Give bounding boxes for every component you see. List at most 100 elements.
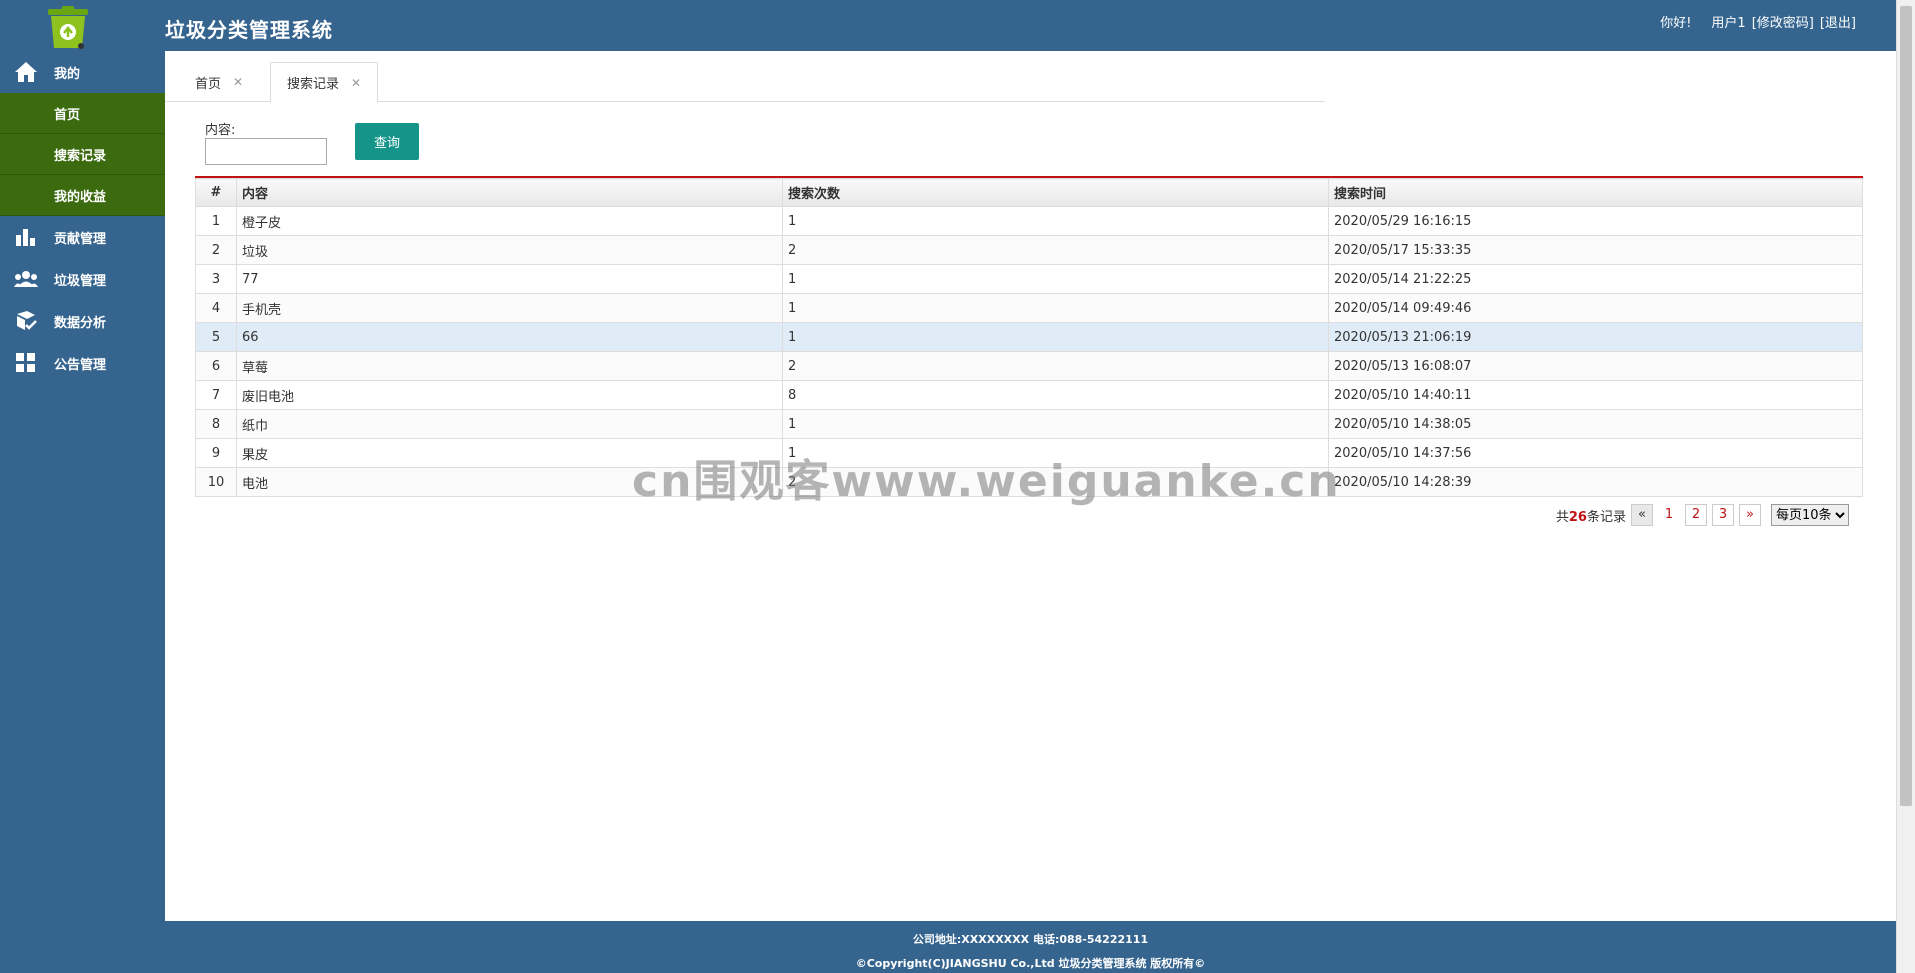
cell-content: 66: [236, 322, 783, 352]
column-header-time[interactable]: 搜索时间: [1328, 178, 1863, 207]
cell-count: 2: [782, 467, 1329, 497]
cell-content: 果皮: [236, 438, 783, 468]
prev-page-button[interactable]: «: [1631, 504, 1653, 526]
column-header-content[interactable]: 内容: [236, 178, 783, 207]
table-row-highlighted[interactable]: 5 66 1 2020/05/13 21:06:19: [195, 322, 1863, 352]
cell-time: 2020/05/10 14:37:56: [1328, 438, 1863, 468]
cell-time: 2020/05/14 21:22:25: [1328, 264, 1863, 294]
top-header: 垃圾分类管理系统 你好! 用户1 [修改密码] [退出]: [0, 0, 1896, 51]
cell-time: 2020/05/29 16:16:15: [1328, 206, 1863, 236]
footer: 公司地址:XXXXXXXX 电话:088-54222111 ©Copyright…: [165, 921, 1896, 973]
user-area: 你好! 用户1 [修改密码] [退出]: [1660, 12, 1856, 31]
table-row[interactable]: 7 废旧电池 8 2020/05/10 14:40:11: [195, 380, 1863, 410]
table-row[interactable]: 6 草莓 2 2020/05/13 16:08:07: [195, 351, 1863, 381]
query-button[interactable]: 查询: [355, 123, 419, 160]
table-row[interactable]: 10 电池 2 2020/05/10 14:28:39: [195, 467, 1863, 497]
cell-time: 2020/05/10 14:28:39: [1328, 467, 1863, 497]
cell-time: 2020/05/13 16:08:07: [1328, 351, 1863, 381]
cell-count: 2: [782, 235, 1329, 265]
pagination: 共26条记录 « 1 2 3 » 每页10条: [1556, 504, 1849, 526]
sidebar-item-search-records[interactable]: 搜索记录: [0, 134, 165, 175]
close-icon[interactable]: ✕: [351, 76, 361, 90]
close-icon[interactable]: ✕: [233, 75, 243, 89]
cell-count: 1: [782, 409, 1329, 439]
sidebar-group-garbage[interactable]: 垃圾管理: [0, 258, 165, 300]
trash-bin-logo-icon: [44, 6, 92, 50]
cell-content: 纸巾: [236, 409, 783, 439]
cell-count: 1: [782, 206, 1329, 236]
cell-content: 垃圾: [236, 235, 783, 265]
page-1-button[interactable]: 1: [1658, 504, 1680, 526]
tab-label: 首页: [195, 76, 222, 92]
column-header-count[interactable]: 搜索次数: [782, 178, 1329, 207]
greeting-text: 你好!: [1660, 16, 1692, 31]
column-header-index[interactable]: #: [195, 178, 237, 207]
cell-count: 1: [782, 293, 1329, 323]
sidebar-group-announcement[interactable]: 公告管理: [0, 342, 165, 384]
total-count: 26: [1568, 509, 1587, 525]
main-content: 首页 ✕ 搜索记录 ✕ 内容: 查询 # 内容 搜索次数 搜索时间 1 橙子皮: [165, 51, 1896, 921]
tab-search-records[interactable]: 搜索记录 ✕: [270, 62, 379, 103]
page-size-select[interactable]: 每页10条: [1771, 504, 1849, 526]
table-row[interactable]: 8 纸巾 1 2020/05/10 14:38:05: [195, 409, 1863, 439]
table-row[interactable]: 3 77 1 2020/05/14 21:22:25: [195, 264, 1863, 294]
cell-index: 3: [195, 264, 237, 294]
cell-content: 橙子皮: [236, 206, 783, 236]
sidebar-group-label: 贡献管理: [54, 231, 107, 247]
cell-content: 废旧电池: [236, 380, 783, 410]
grid-icon: [13, 352, 39, 374]
total-suffix: 条记录: [1586, 509, 1626, 525]
cell-count: 1: [782, 264, 1329, 294]
username-text: 用户1: [1711, 16, 1746, 31]
cell-time: 2020/05/13 21:06:19: [1328, 322, 1863, 352]
table-row[interactable]: 9 果皮 1 2020/05/10 14:37:56: [195, 438, 1863, 468]
records-table: # 内容 搜索次数 搜索时间 1 橙子皮 1 2020/05/29 16:16:…: [195, 178, 1863, 497]
change-password-link[interactable]: [修改密码]: [1752, 12, 1814, 31]
cell-time: 2020/05/14 09:49:46: [1328, 293, 1863, 323]
cell-time: 2020/05/10 14:38:05: [1328, 409, 1863, 439]
sidebar-group-label: 数据分析: [54, 315, 107, 331]
page-2-button[interactable]: 2: [1685, 504, 1707, 526]
home-icon: [13, 61, 39, 83]
sidebar-item-home[interactable]: 首页: [0, 93, 165, 134]
tab-bar: 首页 ✕ 搜索记录 ✕: [165, 62, 1325, 103]
total-prefix: 共: [1555, 509, 1569, 525]
cell-index: 8: [195, 409, 237, 439]
analysis-icon: [13, 310, 39, 332]
tab-home[interactable]: 首页 ✕: [195, 62, 243, 102]
sidebar-group-contribution[interactable]: 贡献管理: [0, 216, 165, 258]
cell-index: 6: [195, 351, 237, 381]
table-row[interactable]: 4 手机壳 1 2020/05/14 09:49:46: [195, 293, 1863, 323]
sidebar-item-my-earnings[interactable]: 我的收益: [0, 175, 165, 216]
sidebar: 我的 首页 搜索记录 我的收益 贡献管理 垃圾管理 数据分析 公告管理: [0, 51, 165, 973]
cell-content: 手机壳: [236, 293, 783, 323]
cell-index: 5: [195, 322, 237, 352]
content-search-input[interactable]: [205, 138, 327, 165]
cell-count: 8: [782, 380, 1329, 410]
cell-index: 1: [195, 206, 237, 236]
scrollbar-thumb[interactable]: [1900, 6, 1912, 806]
next-page-button[interactable]: »: [1739, 504, 1761, 526]
table-row[interactable]: 1 橙子皮 1 2020/05/29 16:16:15: [195, 206, 1863, 236]
cell-content: 草莓: [236, 351, 783, 381]
footer-address: 公司地址:XXXXXXXX 电话:088-54222111: [912, 933, 1149, 946]
sidebar-group-mine[interactable]: 我的: [0, 51, 165, 93]
cell-index: 4: [195, 293, 237, 323]
cell-count: 2: [782, 351, 1329, 381]
vertical-scrollbar[interactable]: [1896, 0, 1915, 973]
cell-count: 1: [782, 438, 1329, 468]
cell-index: 7: [195, 380, 237, 410]
cell-time: 2020/05/17 15:33:35: [1328, 235, 1863, 265]
sidebar-group-label: 公告管理: [54, 357, 107, 373]
footer-copyright: ©Copyright(C)JIANGSHU Co.,Ltd 垃圾分类管理系统 版…: [855, 957, 1206, 970]
sidebar-group-analysis[interactable]: 数据分析: [0, 300, 165, 342]
cell-time: 2020/05/10 14:40:11: [1328, 380, 1863, 410]
users-icon: [13, 268, 39, 290]
sidebar-group-label: 垃圾管理: [54, 273, 107, 289]
cell-content: 电池: [236, 467, 783, 497]
table-row[interactable]: 2 垃圾 2 2020/05/17 15:33:35: [195, 235, 1863, 265]
cell-index: 9: [195, 438, 237, 468]
cell-index: 10: [195, 467, 237, 497]
page-3-button[interactable]: 3: [1712, 504, 1734, 526]
logout-link[interactable]: [退出]: [1820, 12, 1856, 31]
